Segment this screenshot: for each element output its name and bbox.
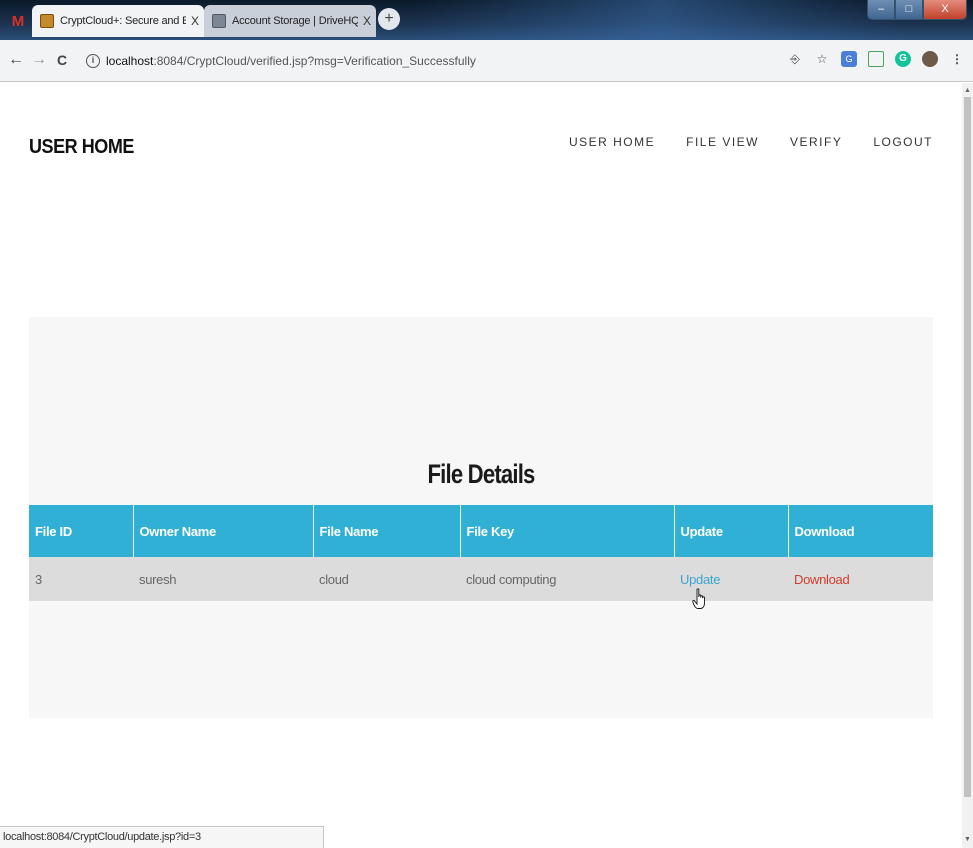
address-bar[interactable]: i localhost:8084/CryptCloud/verified.jsp…: [78, 47, 778, 75]
extension-icons: ⎆ ☆ G G ⋮: [787, 51, 965, 67]
update-link[interactable]: Update: [680, 572, 720, 587]
forward-button[interactable]: →: [29, 50, 49, 70]
grammarly-icon[interactable]: G: [895, 51, 911, 67]
page-scrollbar[interactable]: ▲ ▼: [962, 83, 973, 848]
table-header-row: File ID Owner Name File Name File Key Up…: [29, 505, 933, 557]
col-update: Update: [674, 505, 789, 557]
url-host: localhost: [106, 54, 154, 68]
title-bar-glow: [420, 0, 900, 40]
col-file-name: File Name: [313, 505, 461, 557]
minimize-button[interactable]: –: [867, 0, 895, 20]
profile-avatar-icon[interactable]: [922, 51, 938, 67]
scrollbar-thumb[interactable]: [964, 97, 971, 797]
col-file-id: File ID: [29, 505, 134, 557]
file-details-panel: File Details File ID Owner Name File Nam…: [29, 317, 933, 718]
nav-user-home[interactable]: USER HOME: [569, 135, 655, 149]
cryptcloud-favicon-icon: [40, 14, 54, 28]
info-icon[interactable]: i: [86, 54, 100, 68]
cell-download: Download: [788, 557, 933, 601]
cell-file-name: cloud: [313, 557, 460, 601]
tab-close-icon[interactable]: X: [186, 14, 204, 28]
scroll-up-icon[interactable]: ▲: [962, 85, 973, 97]
back-button[interactable]: ←: [6, 50, 26, 70]
download-link[interactable]: Download: [794, 572, 850, 587]
more-menu-icon[interactable]: ⋮: [949, 51, 965, 67]
url-path: :8084/CryptCloud/verified.jsp?msg=Verifi…: [153, 54, 476, 68]
file-details-table: File ID Owner Name File Name File Key Up…: [29, 505, 933, 601]
bookmark-star-icon[interactable]: ☆: [814, 51, 830, 67]
reload-button[interactable]: C: [52, 50, 72, 70]
tab-title: CryptCloud+: Secure and Expres: [60, 15, 186, 27]
window-controls: – □ X: [867, 0, 967, 20]
tab-close-icon[interactable]: X: [358, 14, 376, 28]
gmail-icon: M: [11, 12, 25, 30]
scroll-down-icon[interactable]: ▼: [962, 834, 973, 846]
nav-verify[interactable]: VERIFY: [790, 135, 842, 149]
top-nav: USER HOME FILE VIEW VERIFY LOGOUT: [569, 135, 933, 149]
maximize-button[interactable]: □: [895, 0, 923, 20]
web-page: USER HOME USER HOME FILE VIEW VERIFY LOG…: [0, 83, 962, 848]
cell-owner-name: suresh: [133, 557, 313, 601]
hand-cursor-icon: [692, 588, 705, 609]
nav-logout[interactable]: LOGOUT: [873, 135, 933, 149]
tab-title: Account Storage | DriveHQ: [232, 15, 358, 27]
drivehq-favicon-icon: [212, 14, 226, 28]
tab-drivehq[interactable]: Account Storage | DriveHQ X: [204, 5, 376, 37]
panel-title: File Details: [427, 459, 535, 489]
browser-title-bar: M CryptCloud+: Secure and Expres X Accou…: [0, 0, 973, 40]
col-file-key: File Key: [460, 505, 675, 557]
status-bar-url: localhost:8084/CryptCloud/update.jsp?id=…: [0, 826, 324, 848]
table-row: 3 suresh cloud cloud computing Update Do…: [29, 557, 933, 601]
col-download: Download: [788, 505, 933, 557]
site-brand[interactable]: USER HOME: [29, 136, 134, 159]
col-owner-name: Owner Name: [133, 505, 314, 557]
close-window-button[interactable]: X: [923, 0, 967, 20]
key-icon[interactable]: ⎆: [787, 51, 803, 67]
nav-file-view[interactable]: FILE VIEW: [686, 135, 759, 149]
cell-file-key: cloud computing: [460, 557, 674, 601]
new-tab-button[interactable]: +: [378, 8, 400, 30]
gmail-tab[interactable]: M: [4, 5, 32, 37]
cell-file-id: 3: [29, 557, 133, 601]
docs-extension-icon[interactable]: [868, 51, 884, 67]
browser-toolbar: ← → C i localhost:8084/CryptCloud/verifi…: [0, 40, 973, 82]
translate-extension-icon[interactable]: G: [841, 51, 857, 67]
tab-cryptcloud[interactable]: CryptCloud+: Secure and Expres X: [32, 5, 204, 37]
